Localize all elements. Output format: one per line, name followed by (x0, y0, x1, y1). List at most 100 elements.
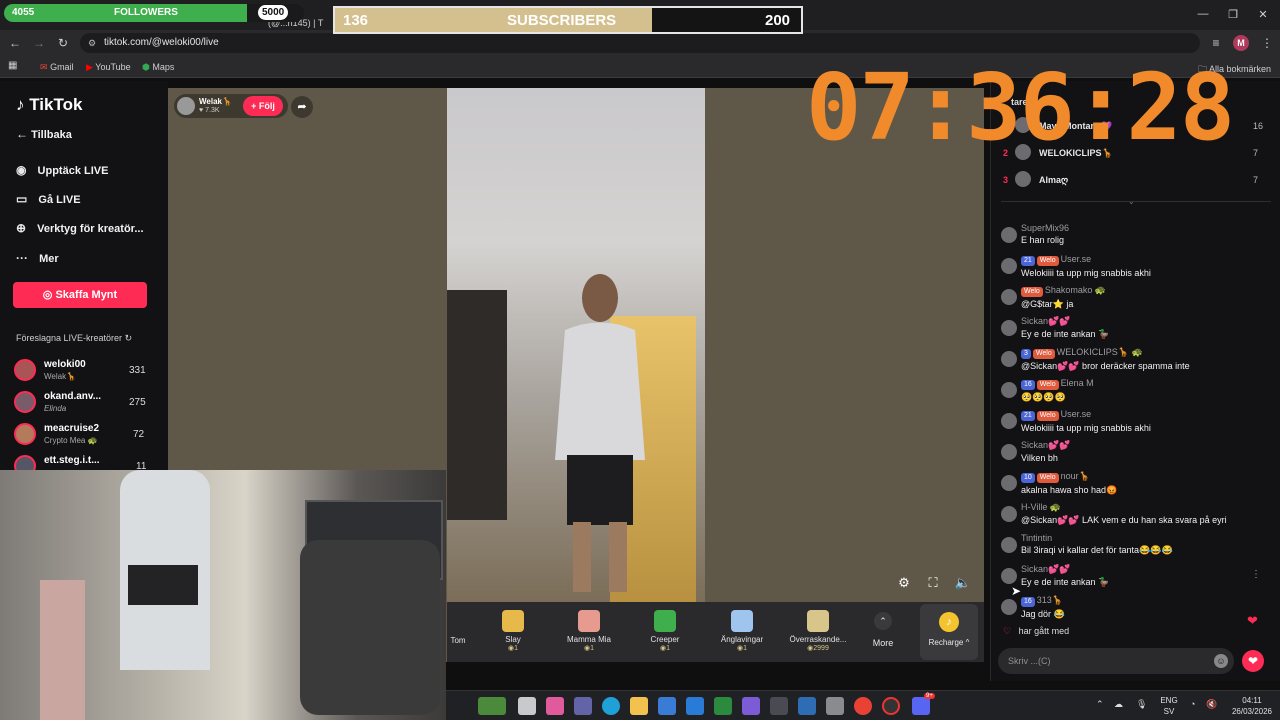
chrome-icon[interactable] (854, 697, 872, 715)
app-gray-icon[interactable] (826, 697, 844, 715)
settings-icon[interactable]: ⚙ (895, 575, 913, 591)
chat-text: 🥺🥺🥺🥺 (1021, 392, 1066, 402)
chat-text: E han rolig (1021, 235, 1065, 245)
bookmark-maps[interactable]: ⬢ Maps (142, 62, 174, 73)
ranking-row[interactable]: 3 Almaღ 7 (1001, 171, 1271, 191)
forward-arrow-icon[interactable]: → (30, 34, 48, 52)
nav-discover-live[interactable]: ◉ Upptäck LIVE (16, 163, 108, 177)
nav-more[interactable]: ··· Mer (16, 251, 59, 265)
wifi-icon[interactable]: ◔ (1190, 699, 1195, 709)
onedrive-icon[interactable]: ☁ (1114, 699, 1123, 710)
copilot-icon[interactable] (546, 697, 564, 715)
refresh-icon[interactable]: ↻ (125, 333, 133, 343)
discord-icon[interactable] (912, 697, 930, 715)
user-badge: 10 (1021, 473, 1035, 483)
suggested-creator[interactable]: ett.steg.i.t... 11 (14, 453, 164, 471)
minimize-icon[interactable]: — (1188, 8, 1218, 20)
suggested-creator[interactable]: okand.anv... Elinda 275 (14, 389, 164, 417)
back-arrow-icon[interactable]: ← (6, 34, 24, 52)
language-indicator[interactable]: ENG SV (1156, 695, 1182, 717)
bookmark-youtube[interactable]: ▶ YouTube (86, 62, 131, 73)
app-shield-icon[interactable] (714, 697, 732, 715)
nav-go-live[interactable]: ▭ Gå LIVE (16, 192, 81, 206)
chat-message[interactable]: Welo Shakomako 🐢 @G$tar⭐ ja (999, 285, 1267, 313)
app-blue-icon[interactable] (798, 697, 816, 715)
bookmark-gmail[interactable]: ✉ Gmail (40, 62, 74, 73)
subscribers-goal-bar: 136 SUBSCRIBERS 200 (333, 6, 803, 34)
chat-username-line: Sickan💕💕 (1021, 440, 1267, 451)
chat-message[interactable]: 16 Welo Elena M 🥺🥺🥺🥺 (999, 378, 1267, 406)
like-heart-button[interactable]: ❤ (1242, 650, 1264, 672)
chat-username: User.se (1060, 409, 1092, 419)
browser-menu-icon[interactable]: ⋮ (1258, 34, 1276, 52)
site-info-icon[interactable]: ⚙ (88, 38, 96, 49)
chat-text: Jag dör 😂 (1021, 609, 1065, 619)
chat-message[interactable]: Sickan💕💕 Vilken bh (999, 440, 1267, 468)
file-explorer-icon[interactable] (630, 697, 648, 715)
profile-avatar[interactable]: M (1233, 35, 1249, 51)
chat-message[interactable]: Sickan💕💕 Ey e de inte ankan 🦆 (999, 564, 1267, 592)
address-bar[interactable]: tiktok.com/@weloki00/live (80, 33, 1200, 53)
tiktok-logo[interactable]: ♪ TikTok (16, 95, 82, 115)
reload-icon[interactable]: ↻ (54, 34, 72, 52)
recharge-button[interactable]: ♪ Recharge ^ (920, 604, 978, 660)
gift-bar: Tom Slay ◉1 Mamma Mia ◉1 Creeper ◉1 Ängl… (447, 602, 984, 662)
chat-message[interactable]: 10 Welo nour🦒 akalna hawa sho had😡 (999, 471, 1267, 499)
chat-username-line: 21 Welo User.se (1021, 254, 1267, 266)
teams-icon[interactable] (574, 697, 592, 715)
chat-username: Tintintin (1021, 533, 1053, 543)
chevron-down-icon[interactable]: ⌄ (1128, 197, 1135, 206)
suggested-creator[interactable]: weloki00 Welak🦒 331 (14, 357, 164, 385)
apps-grid-icon[interactable]: ▦ (8, 60, 17, 71)
task-view-icon[interactable] (518, 697, 536, 715)
more-gifts-button[interactable]: ⌃ More (863, 612, 903, 648)
chat-message[interactable]: SuperMix96 E han rolig (999, 223, 1267, 251)
tiktok-sidebar: ♪ TikTok ← Tillbaka ◉ Upptäck LIVE ▭ Gå … (0, 81, 168, 471)
microphone-icon[interactable]: 🎙 (1136, 699, 1147, 710)
chat-text: Ey e de inte ankan 🦆 (1021, 577, 1110, 587)
followers-goal: 5000 (258, 5, 289, 20)
chat-message[interactable]: Tintintin Bil 3iraqi vi kallar det för ta… (999, 533, 1267, 561)
avatar (1001, 599, 1017, 615)
message-options-icon[interactable]: ⋮ (1251, 569, 1261, 580)
close-icon[interactable]: ✕ (1248, 8, 1278, 21)
gift-item[interactable]: Änglavingar ◉1 (709, 610, 775, 652)
outlook-icon[interactable] (686, 697, 704, 715)
share-icon[interactable]: ➦ (291, 96, 313, 118)
suggested-creator[interactable]: meacruise2 Crypto Mea 🐢 72 (14, 421, 164, 449)
avatar (1001, 506, 1017, 522)
gift-item[interactable]: Mamma Mia ◉1 (556, 610, 622, 652)
clock[interactable]: 04:11 26/03/2026 (1228, 695, 1276, 717)
chat-input[interactable]: Skriv ...(C) (998, 648, 1234, 674)
chat-message[interactable]: H-Ville 🐢 @Sickan💕💕 LAK vem e du han ska … (999, 502, 1267, 530)
gift-item[interactable]: Creeper ◉1 (632, 610, 698, 652)
chat-message[interactable]: 16 313🦒 Jag dör 😂 (999, 595, 1267, 623)
app-cube-icon[interactable] (770, 697, 788, 715)
gift-item[interactable]: Slay ◉1 (480, 610, 546, 652)
edge-icon[interactable] (602, 697, 620, 715)
emoji-icon[interactable]: ☺ (1214, 654, 1228, 668)
follow-button[interactable]: + Följ (243, 96, 283, 116)
chat-message[interactable]: 21 Welo User.se Welokiiii ta upp mig snabbi… (999, 254, 1267, 282)
restore-icon[interactable]: ❐ (1218, 8, 1248, 21)
m365-icon[interactable] (742, 697, 760, 715)
chat-message[interactable]: 21 Welo User.se Welokiiii ta upp mig snabbi… (999, 409, 1267, 437)
chat-message[interactable]: Sickan💕💕 Ey e de inte ankan 🦆 (999, 316, 1267, 344)
store-icon[interactable] (658, 697, 676, 715)
obs-icon[interactable] (882, 697, 900, 715)
media-controls-icon[interactable]: ≡ (1207, 34, 1225, 52)
tray-chevron-icon[interactable]: ⌃ (1096, 699, 1104, 710)
nav-creator-tools[interactable]: ⊕ Verktyg för kreatör... (16, 221, 144, 235)
get-coins-button[interactable]: ◎ Skaffa Mynt (13, 282, 147, 308)
gift-item[interactable]: Överraskande... ◉2999 (785, 610, 851, 652)
fullscreen-icon[interactable]: ⛶ (924, 575, 942, 591)
avatar (1001, 258, 1017, 274)
chat-username-line: 16 313🦒 (1021, 595, 1267, 607)
speaker-muted-icon[interactable]: 🔇 (1206, 699, 1217, 710)
widgets-icon[interactable] (478, 697, 506, 715)
volume-icon[interactable]: 🔈 (954, 575, 972, 591)
avatar (14, 455, 36, 471)
chat-message[interactable]: 3 Welo WELOKICLIPS🦒 🐢 @Sickan💕💕 bror deräck… (999, 347, 1267, 375)
back-link[interactable]: ← Tillbaka (16, 127, 72, 141)
chat-username: 313🦒 (1036, 595, 1064, 605)
